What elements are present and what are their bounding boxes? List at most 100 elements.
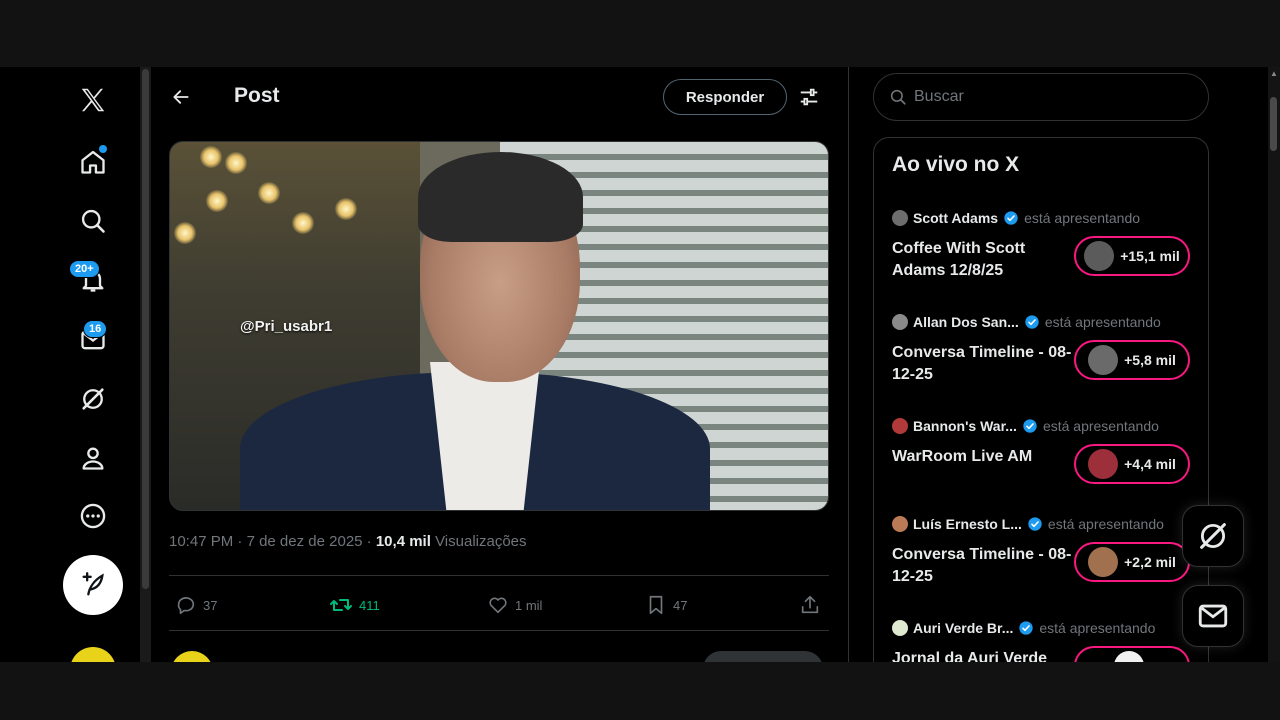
letterbox-bottom	[0, 662, 1280, 720]
host-avatar	[892, 314, 908, 330]
reply-settings-button[interactable]	[797, 85, 821, 109]
space-title[interactable]: Conversa Timeline - 08-12-25	[892, 342, 1072, 386]
x-logo-icon	[81, 88, 105, 112]
repost-count: 411	[359, 597, 380, 613]
home-unread-dot	[99, 145, 107, 153]
host-avatar	[892, 620, 908, 636]
back-button[interactable]	[169, 85, 193, 109]
nav-more[interactable]	[63, 491, 123, 541]
share-action[interactable]	[799, 587, 821, 623]
grok-icon	[1200, 523, 1226, 549]
like-action[interactable]: 1 mil	[487, 587, 542, 623]
scroll-up-arrow[interactable]: ▲	[1270, 70, 1278, 78]
sliders-icon	[800, 88, 818, 106]
listeners-pill[interactable]: +4,4 mil	[1074, 444, 1190, 484]
arrow-left-icon	[173, 90, 189, 104]
verified-badge-icon	[1004, 211, 1018, 225]
live-space-item[interactable]: Scott Adams está apresentando Coffee Wit…	[892, 208, 1192, 298]
bookmark-icon	[649, 595, 663, 615]
grok-floating-button[interactable]	[1182, 505, 1244, 567]
post-date[interactable]: 7 de dez de 2025	[247, 533, 363, 550]
listener-count: +2,2 mil	[1124, 554, 1176, 570]
more-circle-icon	[80, 503, 106, 529]
share-icon	[801, 595, 819, 614]
compose-post-button[interactable]	[63, 555, 123, 615]
space-title[interactable]: Jornal da Auri Verde	[892, 648, 1072, 662]
comment-icon	[177, 597, 195, 615]
messages-badge: 16	[83, 320, 108, 338]
listeners-pill[interactable]: +15,1 mil	[1074, 236, 1190, 276]
video-watermark: @Pri_usabr1	[240, 318, 333, 335]
listener-count: +5,8 mil	[1124, 352, 1176, 368]
search-input[interactable]	[912, 87, 1196, 107]
verified-badge-icon	[1019, 621, 1034, 635]
x-app: 20+ 16 Post Responder @Pri_usabr1 10:47 …	[0, 67, 1280, 662]
nav-profile[interactable]	[63, 433, 123, 483]
left-navigation: 20+ 16	[0, 67, 140, 662]
host-status: está apresentando	[1047, 516, 1164, 532]
live-section-title: Ao vivo no X	[892, 153, 1020, 176]
nav-home[interactable]	[63, 137, 123, 187]
listener-avatar	[1088, 449, 1119, 479]
host-status: está apresentando	[1024, 210, 1141, 226]
bookmark-action[interactable]: 47	[645, 587, 687, 623]
nav-explore[interactable]	[63, 196, 123, 246]
nav-notifications[interactable]: 20+	[63, 255, 123, 305]
right-scrollbar-thumb[interactable]	[1270, 97, 1277, 151]
listeners-pill[interactable]	[1074, 646, 1190, 662]
search-icon	[81, 209, 105, 233]
right-scrollbar[interactable]: ▲	[1268, 67, 1280, 662]
listener-avatar	[1084, 241, 1115, 271]
right-sidebar: Ao vivo no X Scott Adams está apresentan…	[849, 67, 1269, 662]
bookmark-count: 47	[673, 597, 688, 613]
left-scrollbar-thumb[interactable]	[142, 69, 149, 589]
x-logo-link[interactable]	[63, 75, 123, 125]
space-title[interactable]: WarRoom Live AM	[892, 446, 1072, 468]
live-space-item[interactable]: Luís Ernesto L... está apresentando Conv…	[892, 514, 1192, 604]
listeners-pill[interactable]: +2,2 mil	[1074, 542, 1190, 582]
account-avatar[interactable]	[70, 647, 116, 662]
reply-composer-avatar	[171, 651, 213, 662]
grok-icon	[82, 388, 104, 410]
listener-count: +4,4 mil	[1124, 456, 1176, 472]
host-name[interactable]: Luís Ernesto L...	[913, 516, 1022, 532]
live-space-item[interactable]: Bannon's War... está apresentando WarRoo…	[892, 416, 1192, 506]
live-on-x-card: Ao vivo no X Scott Adams está apresentan…	[873, 137, 1209, 662]
verified-badge-icon	[1023, 419, 1037, 433]
reply-count: 37	[203, 597, 218, 613]
envelope-icon	[1198, 604, 1228, 628]
space-title[interactable]: Coffee With Scott Adams 12/8/25	[892, 238, 1072, 282]
reply-composer-button[interactable]	[703, 651, 823, 662]
reply-button[interactable]: Responder	[663, 79, 787, 115]
post-video[interactable]: @Pri_usabr1	[169, 141, 829, 511]
divider	[169, 575, 829, 576]
host-name[interactable]: Bannon's War...	[913, 418, 1017, 434]
left-scrollbar[interactable]	[140, 67, 151, 662]
host-name[interactable]: Allan Dos San...	[913, 314, 1019, 330]
nav-grok[interactable]	[63, 374, 123, 424]
host-status: está apresentando	[1044, 314, 1161, 330]
views-label: Visualizações	[435, 533, 527, 550]
post-time[interactable]: 10:47 PM	[169, 533, 233, 550]
space-title[interactable]: Conversa Timeline - 08-12-25	[892, 544, 1072, 588]
host-name[interactable]: Auri Verde Br...	[913, 620, 1013, 636]
listener-avatar	[1114, 651, 1144, 662]
messages-floating-button[interactable]	[1182, 585, 1244, 647]
host-avatar	[892, 418, 908, 434]
live-space-item[interactable]: Allan Dos San... está apresentando Conve…	[892, 312, 1192, 402]
post-header: Post Responder	[151, 67, 848, 127]
nav-messages[interactable]: 16	[63, 315, 123, 365]
heart-icon	[489, 597, 507, 614]
verified-badge-icon	[1025, 315, 1039, 329]
views-count: 10,4 mil	[375, 533, 431, 550]
reply-action[interactable]: 37	[175, 587, 217, 623]
repost-action[interactable]: 411	[329, 587, 380, 623]
host-avatar	[892, 210, 908, 226]
listener-avatar	[1088, 345, 1119, 375]
notifications-badge: 20+	[69, 260, 100, 278]
live-space-item[interactable]: Auri Verde Br... está apresentando Jorna…	[892, 618, 1192, 662]
host-status: está apresentando	[1039, 620, 1156, 636]
host-name[interactable]: Scott Adams	[913, 210, 998, 226]
search-box[interactable]	[873, 73, 1209, 121]
listeners-pill[interactable]: +5,8 mil	[1074, 340, 1190, 380]
